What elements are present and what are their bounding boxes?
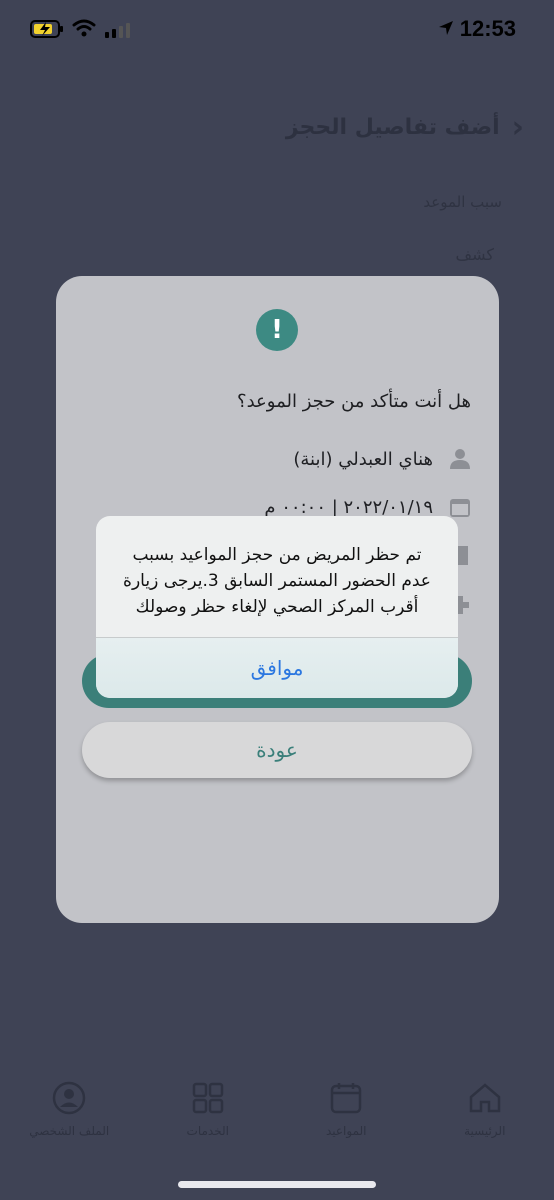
person-icon bbox=[449, 448, 471, 470]
reason-label: سبب الموعد bbox=[423, 193, 502, 211]
page-header: ‹ أضف تفاصيل الحجز bbox=[286, 110, 524, 145]
signal-icon bbox=[105, 23, 130, 38]
nav-item-appointments[interactable]: المواعيد bbox=[286, 1080, 406, 1160]
patient-name: هناي العبدلي (ابنة) bbox=[293, 448, 433, 470]
alert-message: تم حظر المريض من حجز المواعيد بسبب عدم ا… bbox=[96, 516, 458, 638]
wifi-icon bbox=[72, 19, 96, 37]
blocked-alert: تم حظر المريض من حجز المواعيد بسبب عدم ا… bbox=[96, 516, 458, 698]
reason-value[interactable]: كشف bbox=[456, 245, 494, 264]
nav-label-appointments: المواعيد bbox=[325, 1124, 367, 1138]
bottom-nav: الرئيسية المواعيد الخدمات الملف الشخصي bbox=[0, 1080, 554, 1160]
alert-ok-button[interactable]: موافق bbox=[96, 638, 458, 698]
profile-icon bbox=[53, 1081, 86, 1115]
nav-item-profile[interactable]: الملف الشخصي bbox=[9, 1080, 129, 1160]
nav-label-services: الخدمات bbox=[186, 1124, 229, 1138]
grid-icon bbox=[192, 1082, 223, 1114]
battery-charging-icon bbox=[30, 20, 63, 38]
back-chevron-icon[interactable]: ‹ bbox=[512, 110, 524, 145]
patient-row: هناي العبدلي (ابنة) bbox=[293, 448, 471, 470]
back-button[interactable]: عودة bbox=[82, 722, 472, 778]
nav-item-services[interactable]: الخدمات bbox=[148, 1080, 268, 1160]
calendar-icon bbox=[449, 496, 471, 518]
exclamation-icon: ! bbox=[256, 309, 298, 351]
home-indicator[interactable] bbox=[178, 1181, 376, 1188]
dialog-question: هل أنت متأكد من حجز الموعد؟ bbox=[237, 391, 471, 412]
page-title: أضف تفاصيل الحجز bbox=[285, 115, 500, 140]
appointment-datetime: ٢٠٢٢/٠١/١٩ | ٠٠:٠٠ م bbox=[264, 496, 433, 518]
nav-label-profile: الملف الشخصي bbox=[29, 1124, 110, 1138]
calendar-icon bbox=[331, 1083, 362, 1114]
location-arrow-icon bbox=[439, 21, 453, 35]
nav-label-home: الرئيسية bbox=[464, 1124, 506, 1138]
nav-item-home[interactable]: الرئيسية bbox=[425, 1080, 545, 1160]
status-bar: 12:53 bbox=[0, 0, 554, 60]
status-time: 12:53 bbox=[459, 16, 516, 41]
datetime-row: ٢٠٢٢/٠١/١٩ | ٠٠:٠٠ م bbox=[264, 496, 471, 518]
home-icon bbox=[469, 1083, 500, 1113]
